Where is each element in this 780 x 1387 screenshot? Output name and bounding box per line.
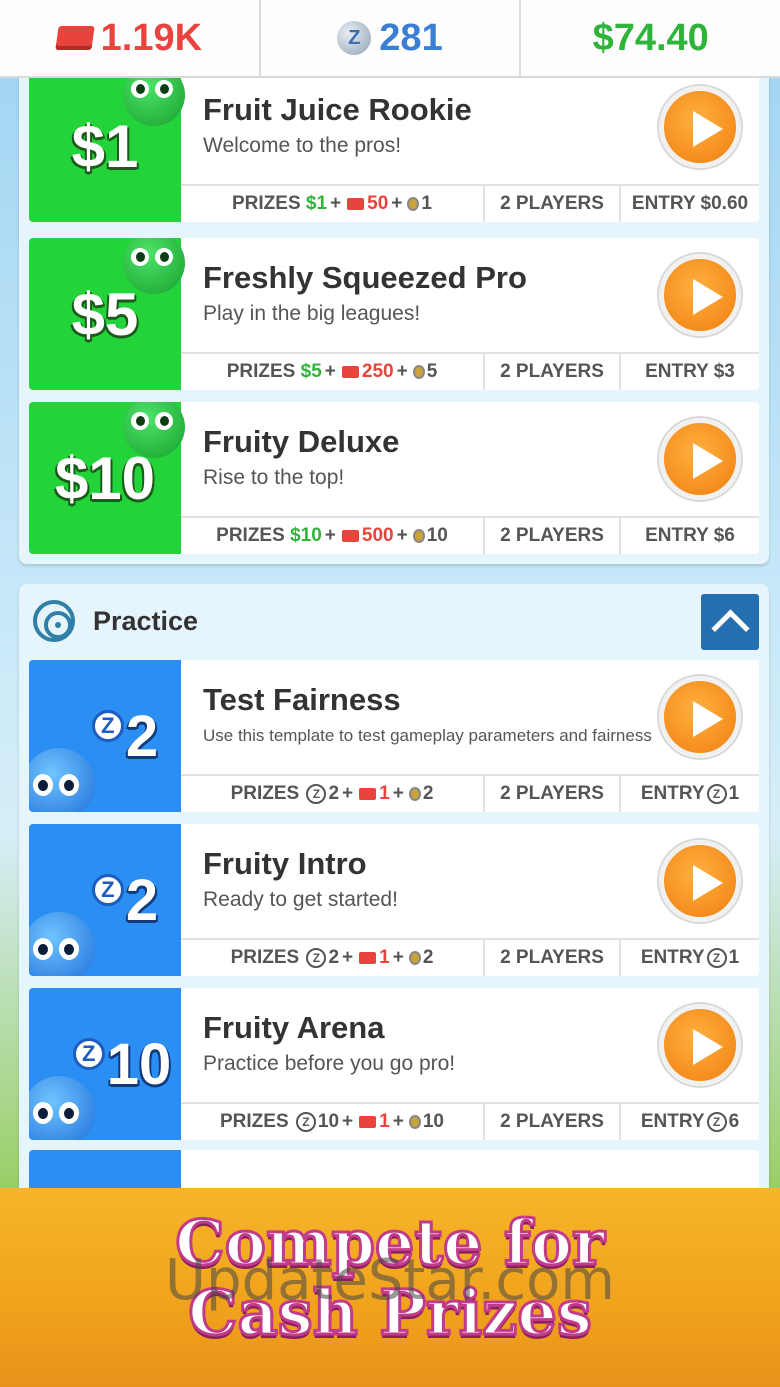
game-subtitle: Rise to the top! bbox=[203, 466, 345, 489]
medal-icon bbox=[408, 1115, 421, 1129]
cash-balance[interactable]: $74.40 bbox=[521, 0, 780, 76]
z-coin-icon: Z bbox=[706, 1112, 727, 1132]
prizes-info: PRIZES $5 +250 +5 bbox=[181, 354, 485, 390]
prizes-info: PRIZES Z 10 +1 +10 bbox=[181, 1104, 485, 1140]
z-coin-icon: Z bbox=[72, 1038, 105, 1070]
watermark: UpdateStar.com bbox=[165, 1248, 615, 1313]
game-title: Fruity Arena bbox=[203, 1010, 385, 1045]
entry-fee: ENTRY Z 1 bbox=[640, 783, 740, 804]
currency-bar: 1.19K Z 281 $74.40 bbox=[0, 0, 780, 78]
game-subtitle: Ready to get started! bbox=[203, 888, 398, 911]
medal-icon bbox=[408, 951, 421, 965]
cash-value: $74.40 bbox=[592, 16, 709, 59]
medal-icon bbox=[407, 197, 420, 211]
game-card-test-fairness[interactable]: Z2 Test Fairness Use this template to te… bbox=[29, 660, 759, 812]
ticket-icon bbox=[341, 530, 359, 542]
ticket-icon bbox=[359, 1116, 377, 1128]
z-coin-icon: Z bbox=[91, 710, 124, 742]
tickets-balance[interactable]: 1.19K bbox=[0, 0, 261, 76]
game-subtitle: Play in the big leagues! bbox=[203, 302, 421, 325]
game-footer: PRIZES $5 +250 +5 2 PLAYERS ENTRY $3 bbox=[181, 352, 759, 390]
entry-fee: ENTRY $6 bbox=[645, 525, 735, 546]
ticket-icon bbox=[54, 26, 95, 50]
game-badge: $10 bbox=[29, 402, 185, 554]
game-footer: PRIZES Z 2 +1 +2 2 PLAYERS ENTRY Z 1 bbox=[181, 774, 759, 812]
play-button[interactable] bbox=[659, 418, 741, 500]
z-coin-icon: Z bbox=[706, 948, 727, 968]
entry-fee: ENTRY Z 1 bbox=[640, 947, 740, 968]
game-title: Fruity Intro bbox=[203, 846, 367, 881]
medal-icon bbox=[408, 787, 421, 801]
tickets-value: 1.19K bbox=[100, 16, 203, 59]
game-subtitle: Welcome to the pros! bbox=[203, 134, 402, 157]
game-card-freshly-squeezed-pro[interactable]: $5 Freshly Squeezed Pro Play in the big … bbox=[29, 238, 759, 390]
practice-header: Practice bbox=[33, 600, 198, 642]
z-coin-icon: Z bbox=[306, 948, 327, 968]
ticket-icon bbox=[359, 788, 377, 800]
cash-games-panel: $1 Fruit Juice Rookie Welcome to the pro… bbox=[19, 70, 769, 564]
play-button[interactable] bbox=[659, 1004, 741, 1086]
play-button[interactable] bbox=[659, 254, 741, 336]
game-title: Test Fairness bbox=[203, 682, 401, 717]
game-badge: $1 bbox=[29, 70, 185, 222]
z-coin-icon: Z bbox=[91, 874, 124, 906]
game-card-fruity-arena[interactable]: Z 10 Fruity Arena Practice before you go … bbox=[29, 988, 759, 1140]
blue-fruit-mascot-icon bbox=[29, 748, 95, 812]
play-button[interactable] bbox=[659, 86, 741, 168]
blue-fruit-mascot-icon bbox=[29, 912, 95, 976]
medal-icon bbox=[412, 529, 425, 543]
game-subtitle: Practice before you go pro! bbox=[203, 1052, 456, 1075]
game-footer: PRIZES Z 2 +1 +2 2 PLAYERS ENTRY Z 1 bbox=[181, 938, 759, 976]
game-title: Fruity Deluxe bbox=[203, 424, 400, 459]
collapse-button[interactable] bbox=[701, 594, 759, 650]
medal-icon bbox=[412, 365, 425, 379]
ticket-icon bbox=[359, 952, 377, 964]
practice-title: Practice bbox=[93, 605, 199, 636]
ticket-icon bbox=[341, 366, 359, 378]
z-coin-icon: Z bbox=[337, 21, 372, 55]
z-coins-value: 281 bbox=[379, 16, 443, 59]
players-count: 2 PLAYERS bbox=[485, 518, 621, 554]
play-button[interactable] bbox=[659, 840, 741, 922]
entry-fee: ENTRY Z 6 bbox=[640, 1111, 740, 1132]
game-badge: Z2 bbox=[29, 660, 181, 812]
z-coin-icon: Z bbox=[306, 784, 327, 804]
prizes-info: PRIZES Z 2 +1 +2 bbox=[181, 776, 485, 812]
game-badge: Z2 bbox=[29, 824, 181, 976]
entry-fee: ENTRY $3 bbox=[645, 361, 735, 382]
game-footer: PRIZES $1 +50 +1 2 PLAYERS ENTRY $0.60 bbox=[181, 184, 759, 222]
game-card-fruity-deluxe[interactable]: $10 Fruity Deluxe Rise to the top! PRIZE… bbox=[29, 402, 759, 554]
game-subtitle: Use this template to test gameplay param… bbox=[203, 726, 652, 745]
players-count: 2 PLAYERS bbox=[485, 354, 621, 390]
game-card-fruit-juice-rookie[interactable]: $1 Fruit Juice Rookie Welcome to the pro… bbox=[29, 70, 759, 222]
game-card-fruity-intro[interactable]: Z2 Fruity Intro Ready to get started! PR… bbox=[29, 824, 759, 976]
prizes-info: PRIZES $1 +50 +1 bbox=[181, 186, 485, 222]
game-badge: Z 10 bbox=[29, 988, 181, 1140]
prizes-info: PRIZES $10 +500 +10 bbox=[181, 518, 485, 554]
ticket-icon bbox=[347, 198, 365, 210]
game-footer: PRIZES $10 +500 +10 2 PLAYERS ENTRY $6 bbox=[181, 516, 759, 554]
promo-banner: Compete for Cash Prizes UpdateStar.com bbox=[0, 1188, 780, 1387]
z-coin-icon: Z bbox=[706, 784, 727, 804]
target-icon bbox=[33, 600, 75, 642]
game-title: Fruit Juice Rookie bbox=[203, 92, 472, 127]
entry-fee: ENTRY $0.60 bbox=[631, 193, 749, 214]
players-count: 2 PLAYERS bbox=[485, 1104, 621, 1140]
players-count: 2 PLAYERS bbox=[485, 186, 621, 222]
players-count: 2 PLAYERS bbox=[485, 776, 621, 812]
z-coins-balance[interactable]: Z 281 bbox=[261, 0, 522, 76]
prizes-info: PRIZES Z 2 +1 +2 bbox=[181, 940, 485, 976]
game-badge: $5 bbox=[29, 238, 185, 390]
game-footer: PRIZES Z 10 +1 +10 2 PLAYERS ENTRY Z 6 bbox=[181, 1102, 759, 1140]
play-button[interactable] bbox=[659, 676, 741, 758]
practice-panel: Practice Z2 Test Fairness Use this templ… bbox=[19, 584, 769, 1224]
z-coin-icon: Z bbox=[295, 1112, 316, 1132]
players-count: 2 PLAYERS bbox=[485, 940, 621, 976]
game-title: Freshly Squeezed Pro bbox=[203, 260, 527, 295]
